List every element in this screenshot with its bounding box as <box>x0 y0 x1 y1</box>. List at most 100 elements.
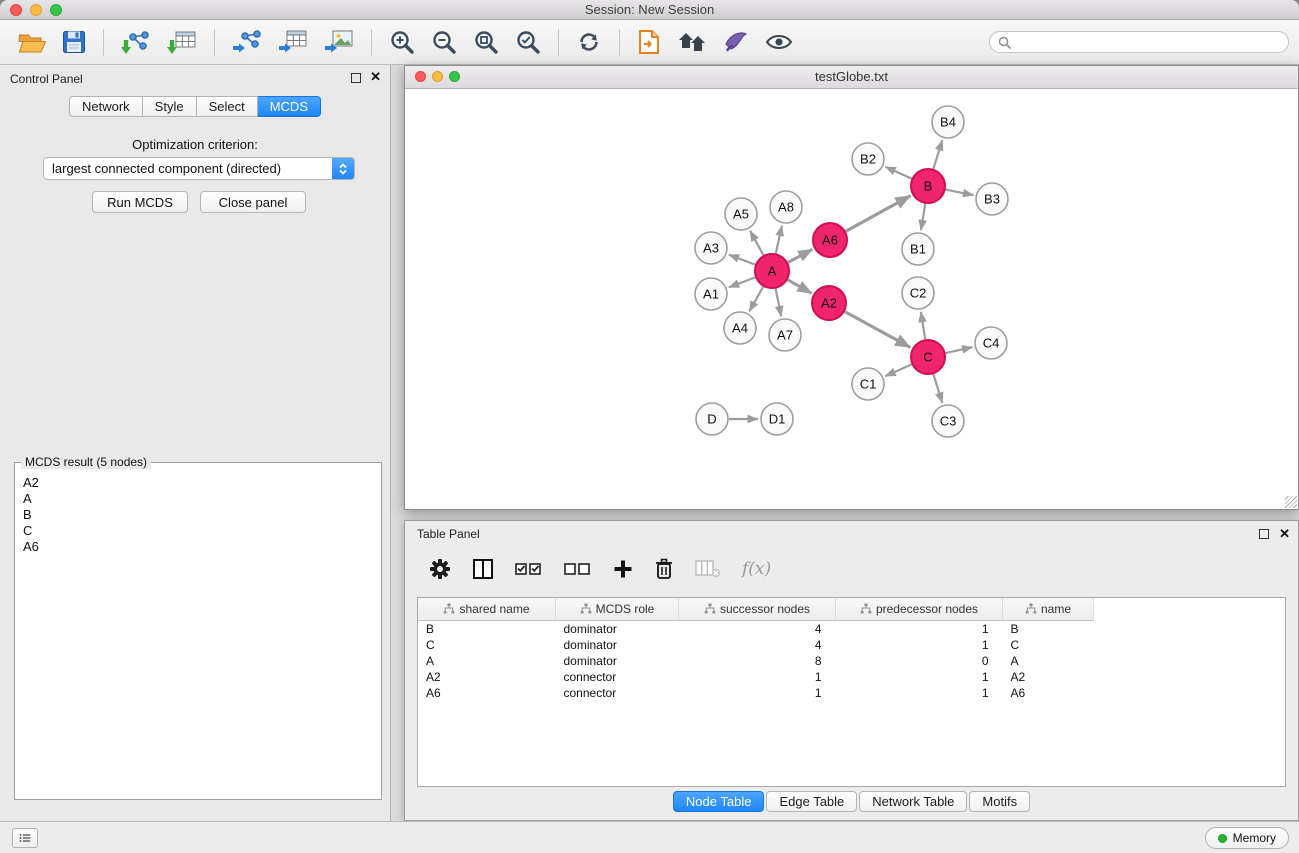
task-history-button[interactable] <box>12 828 38 848</box>
table-row[interactable]: Bdominator41B <box>418 621 1094 637</box>
graph-edge-A-A8[interactable] <box>776 226 782 254</box>
network-canvas[interactable]: B4B2BB3A8A5A6A3B1AA1C2A2A4A7C4CC1C3DD1 <box>405 89 1298 509</box>
zoom-window-button[interactable] <box>50 4 62 16</box>
graph-node-B3[interactable]: B3 <box>976 183 1008 215</box>
graph-edge-A-A6[interactable] <box>788 249 813 262</box>
memory-button[interactable]: Memory <box>1205 827 1289 849</box>
table-cell[interactable]: connector <box>556 669 679 685</box>
table-cell[interactable]: B <box>418 621 556 637</box>
table-cell[interactable]: C <box>1003 637 1094 653</box>
table-cell[interactable]: A6 <box>418 685 556 701</box>
open-session-button[interactable] <box>15 29 49 56</box>
table-cell[interactable]: connector <box>556 685 679 701</box>
search-input[interactable] <box>1016 34 1280 50</box>
table-row[interactable]: Adominator80A <box>418 653 1094 669</box>
graph-node-C4[interactable]: C4 <box>975 327 1007 359</box>
close-control-panel-icon[interactable]: ✕ <box>370 69 381 85</box>
graph-edge-C-C1[interactable] <box>885 364 911 376</box>
zoom-network-window-button[interactable] <box>449 71 460 82</box>
import-network-button[interactable] <box>118 27 154 57</box>
apply-layout-button[interactable] <box>573 27 605 57</box>
create-column-button[interactable] <box>611 557 635 581</box>
column-header-mcds-role[interactable]: MCDS role <box>556 598 679 621</box>
graph-edge-C-C4[interactable] <box>946 347 973 353</box>
mcds-result-item[interactable]: A6 <box>23 539 373 555</box>
graph-edge-A-A7[interactable] <box>776 289 782 317</box>
zoom-selected-button[interactable] <box>512 27 544 57</box>
graph-edge-A-A2[interactable] <box>788 280 812 293</box>
delete-button[interactable] <box>652 556 676 582</box>
table-cell[interactable]: 1 <box>836 669 1003 685</box>
export-network-button[interactable] <box>229 27 265 57</box>
network-overview-button[interactable] <box>674 28 710 56</box>
table-cell[interactable]: C <box>418 637 556 653</box>
graph-edge-A-A5[interactable] <box>750 231 763 256</box>
table-cell[interactable]: 1 <box>679 669 836 685</box>
graph-node-B1[interactable]: B1 <box>902 233 934 265</box>
select-all-button[interactable] <box>513 558 545 580</box>
graph-edge-A2-C[interactable] <box>845 312 911 348</box>
mcds-result-item[interactable]: A <box>23 491 373 507</box>
column-header-shared-name[interactable]: shared name <box>418 598 556 621</box>
tab-network[interactable]: Network <box>69 96 143 117</box>
tab-node-table[interactable]: Node Table <box>673 791 765 812</box>
table-settings-button[interactable] <box>427 556 453 582</box>
graph-node-B[interactable]: B <box>911 169 945 203</box>
table-cell[interactable]: 8 <box>679 653 836 669</box>
graph-node-D1[interactable]: D1 <box>761 403 793 435</box>
graph-edge-A-A3[interactable] <box>729 255 755 265</box>
graph-node-C2[interactable]: C2 <box>902 277 934 309</box>
graph-node-B2[interactable]: B2 <box>852 143 884 175</box>
tab-network-table[interactable]: Network Table <box>859 791 967 812</box>
table-row[interactable]: Cdominator41C <box>418 637 1094 653</box>
graph-edge-B-B4[interactable] <box>933 140 942 169</box>
table-cell[interactable]: 1 <box>679 685 836 701</box>
table-cell[interactable]: A <box>418 653 556 669</box>
graph-node-D[interactable]: D <box>696 403 728 435</box>
tab-motifs[interactable]: Motifs <box>969 791 1030 812</box>
table-cell[interactable]: dominator <box>556 637 679 653</box>
export-image-button[interactable] <box>321 27 357 57</box>
style-button[interactable] <box>720 28 752 56</box>
mcds-result-item[interactable]: B <box>23 507 373 523</box>
graph-node-B4[interactable]: B4 <box>932 106 964 138</box>
graph-node-A4[interactable]: A4 <box>724 312 756 344</box>
table-cell[interactable]: 4 <box>679 621 836 637</box>
network-snapshot-button[interactable] <box>634 27 664 57</box>
close-panel-button[interactable]: Close panel <box>200 191 306 213</box>
table-cell[interactable]: 4 <box>679 637 836 653</box>
tab-mcds[interactable]: MCDS <box>258 96 321 117</box>
function-builder-button[interactable]: f(x) <box>740 557 773 581</box>
graph-node-A7[interactable]: A7 <box>769 319 801 351</box>
graph-node-C3[interactable]: C3 <box>932 405 964 437</box>
close-window-button[interactable] <box>10 4 22 16</box>
graph-node-A3[interactable]: A3 <box>695 232 727 264</box>
graph-edge-B-B2[interactable] <box>885 167 911 179</box>
table-cell[interactable]: 0 <box>836 653 1003 669</box>
graph-edge-C-C3[interactable] <box>933 374 942 403</box>
tab-style[interactable]: Style <box>143 96 197 117</box>
graph-node-C1[interactable]: C1 <box>852 368 884 400</box>
table-cell[interactable]: dominator <box>556 621 679 637</box>
graph-node-A1[interactable]: A1 <box>695 278 727 310</box>
mcds-result-list[interactable]: A2ABCA6 <box>19 473 377 795</box>
table-cell[interactable]: 1 <box>836 621 1003 637</box>
table-cell[interactable]: A2 <box>418 669 556 685</box>
import-table-button[interactable] <box>164 27 200 57</box>
zoom-in-button[interactable] <box>386 27 418 57</box>
show-columns-button[interactable] <box>470 556 496 582</box>
column-header-predecessor-nodes[interactable]: predecessor nodes <box>836 598 1003 621</box>
table-cell[interactable]: B <box>1003 621 1094 637</box>
graph-node-A[interactable]: A <box>755 254 789 288</box>
graph-node-C[interactable]: C <box>911 340 945 374</box>
deselect-all-button[interactable] <box>562 558 594 580</box>
criterion-dropdown[interactable]: largest connected component (directed) <box>43 157 355 180</box>
table-row[interactable]: A2connector11A2 <box>418 669 1094 685</box>
export-table-button[interactable] <box>275 27 311 57</box>
graph-edge-A-A4[interactable] <box>749 287 763 312</box>
table-cell[interactable]: A6 <box>1003 685 1094 701</box>
mcds-result-item[interactable]: A2 <box>23 475 373 491</box>
float-control-panel-icon[interactable] <box>351 73 361 83</box>
zoom-fit-button[interactable] <box>470 27 502 57</box>
save-session-button[interactable] <box>59 28 89 56</box>
